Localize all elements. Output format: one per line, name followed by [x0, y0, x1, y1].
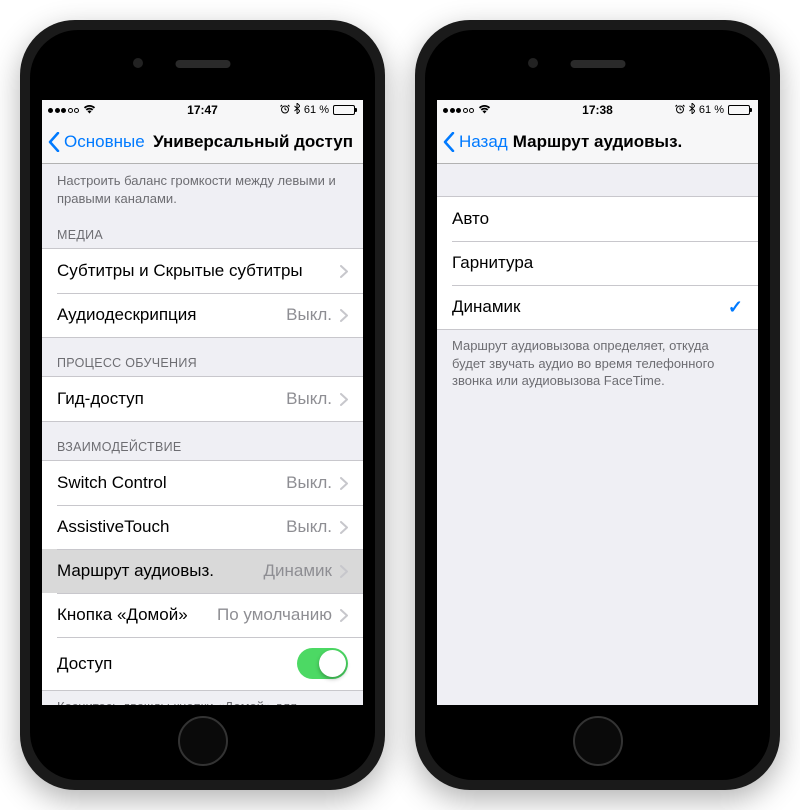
- settings-content[interactable]: Авто Гарнитура Динамик ✓ Маршрут аудиовы…: [437, 164, 758, 705]
- battery-percent: 61 %: [699, 104, 724, 116]
- chevron-right-icon: [340, 393, 348, 406]
- phone-right: 17:38 61 % Назад: [415, 20, 780, 790]
- signal-icon: [443, 108, 474, 113]
- cell-label: AssistiveTouch: [57, 517, 169, 537]
- battery-icon: [728, 105, 752, 115]
- home-button[interactable]: [573, 716, 623, 766]
- chevron-right-icon: [340, 265, 348, 278]
- cell-label: Субтитры и Скрытые субтитры: [57, 261, 303, 281]
- cell-value: Динамик: [264, 561, 332, 581]
- section-header-media: МЕДИА: [42, 214, 363, 248]
- cell-assistive-touch[interactable]: AssistiveTouch Выкл.: [42, 505, 363, 549]
- cell-value: Выкл.: [286, 473, 332, 493]
- chevron-right-icon: [340, 521, 348, 534]
- learning-group: Гид-доступ Выкл.: [42, 376, 363, 422]
- cell-label: Маршрут аудиовыз.: [57, 561, 214, 581]
- nav-back-button[interactable]: Назад: [443, 132, 508, 152]
- cell-subtitles[interactable]: Субтитры и Скрытые субтитры: [42, 249, 363, 293]
- cell-label: Аудиодескрипция: [57, 305, 197, 325]
- chevron-right-icon: [340, 477, 348, 490]
- cell-label: Гид-доступ: [57, 389, 144, 409]
- section-header-learning: ПРОЦЕСС ОБУЧЕНИЯ: [42, 338, 363, 376]
- cell-label: Доступ: [57, 654, 112, 674]
- cell-reachability: Доступ: [42, 637, 363, 690]
- cell-label: Авто: [452, 209, 489, 229]
- chevron-left-icon: [443, 132, 455, 152]
- status-time: 17:38: [582, 103, 613, 117]
- phone-left: 17:47 61 % Основные: [20, 20, 385, 790]
- chevron-right-icon: [340, 609, 348, 622]
- nav-bar: Основные Универсальный доступ: [42, 120, 363, 164]
- checkmark-icon: ✓: [728, 297, 743, 318]
- interaction-group: Switch Control Выкл. AssistiveTouch Выкл…: [42, 460, 363, 691]
- reachability-toggle[interactable]: [297, 648, 348, 679]
- front-camera: [133, 58, 143, 68]
- status-time: 17:47: [187, 103, 218, 117]
- signal-icon: [48, 108, 79, 113]
- status-left: [443, 104, 491, 117]
- media-group: Субтитры и Скрытые субтитры Аудиодескрип…: [42, 248, 363, 338]
- nav-back-label: Назад: [459, 132, 508, 152]
- nav-title: Маршрут аудиовыз.: [513, 132, 683, 152]
- earpiece: [570, 60, 625, 68]
- nav-title: Универсальный доступ: [153, 132, 353, 152]
- balance-note: Настроить баланс громкости между левыми …: [42, 164, 363, 214]
- wifi-icon: [478, 104, 491, 117]
- phone-bezel: 17:38 61 % Назад: [425, 30, 770, 780]
- phone-bezel: 17:47 61 % Основные: [30, 30, 375, 780]
- routing-options-group: Авто Гарнитура Динамик ✓: [437, 196, 758, 330]
- routing-footnote: Маршрут аудиовызова определяет, откуда б…: [437, 330, 758, 397]
- bluetooth-icon: [689, 103, 695, 117]
- reachability-footnote: Коснитесь дважды кнопки «Домой» для полу…: [42, 691, 363, 705]
- cell-label: Кнопка «Домой»: [57, 605, 188, 625]
- nav-bar: Назад Маршрут аудиовыз.: [437, 120, 758, 164]
- cell-call-audio-routing[interactable]: Маршрут аудиовыз. Динамик: [42, 549, 363, 593]
- status-right: 61 %: [675, 103, 752, 117]
- section-header-interaction: ВЗАИМОДЕЙСТВИЕ: [42, 422, 363, 460]
- cell-value: Выкл.: [286, 305, 332, 325]
- chevron-right-icon: [340, 565, 348, 578]
- battery-percent: 61 %: [304, 104, 329, 116]
- wifi-icon: [83, 104, 96, 117]
- front-camera: [528, 58, 538, 68]
- cell-switch-control[interactable]: Switch Control Выкл.: [42, 461, 363, 505]
- cell-guided-access[interactable]: Гид-доступ Выкл.: [42, 377, 363, 421]
- cell-label: Динамик: [452, 297, 520, 317]
- cell-label: Switch Control: [57, 473, 167, 493]
- cell-option-auto[interactable]: Авто: [437, 197, 758, 241]
- bluetooth-icon: [294, 103, 300, 117]
- nav-back-button[interactable]: Основные: [48, 132, 145, 152]
- screen-left: 17:47 61 % Основные: [42, 100, 363, 705]
- cell-label: Гарнитура: [452, 253, 533, 273]
- cell-value: По умолчанию: [217, 605, 332, 625]
- cell-option-speaker[interactable]: Динамик ✓: [437, 285, 758, 329]
- battery-icon: [333, 105, 357, 115]
- status-left: [48, 104, 96, 117]
- settings-content[interactable]: Настроить баланс громкости между левыми …: [42, 164, 363, 705]
- alarm-icon: [675, 104, 685, 117]
- cell-option-headset[interactable]: Гарнитура: [437, 241, 758, 285]
- earpiece: [175, 60, 230, 68]
- cell-home-button[interactable]: Кнопка «Домой» По умолчанию: [42, 593, 363, 637]
- status-bar: 17:38 61 %: [437, 100, 758, 120]
- cell-audio-description[interactable]: Аудиодескрипция Выкл.: [42, 293, 363, 337]
- nav-back-label: Основные: [64, 132, 145, 152]
- status-bar: 17:47 61 %: [42, 100, 363, 120]
- status-right: 61 %: [280, 103, 357, 117]
- chevron-left-icon: [48, 132, 60, 152]
- screen-right: 17:38 61 % Назад: [437, 100, 758, 705]
- cell-value: Выкл.: [286, 389, 332, 409]
- cell-value: Выкл.: [286, 517, 332, 537]
- alarm-icon: [280, 104, 290, 117]
- chevron-right-icon: [340, 309, 348, 322]
- home-button[interactable]: [178, 716, 228, 766]
